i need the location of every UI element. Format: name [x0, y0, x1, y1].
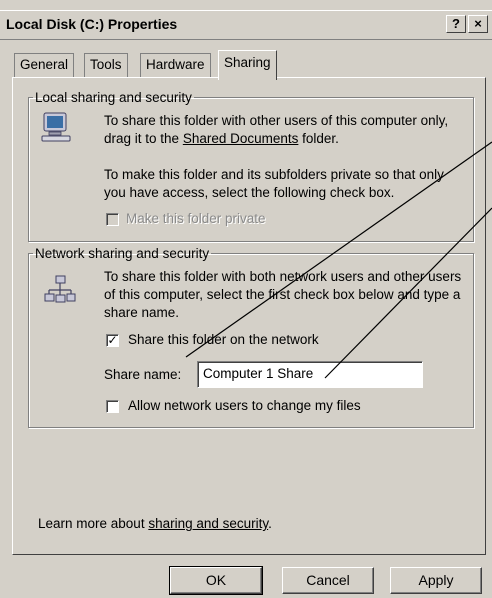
allow-change-checkbox[interactable]	[106, 400, 119, 413]
tab-sharing[interactable]: Sharing	[218, 50, 277, 80]
tab-general[interactable]: General	[14, 53, 75, 78]
ok-button[interactable]: OK	[169, 566, 263, 595]
shared-documents-link[interactable]: Shared Documents	[183, 131, 299, 146]
private-description: To make this folder and its subfolders p…	[104, 167, 444, 200]
computer-icon	[41, 112, 71, 142]
share-folder-checkbox[interactable]: ✓	[106, 334, 119, 347]
sharing-security-link[interactable]: sharing and security	[148, 516, 268, 531]
network-sharing-description: To share this folder with both network u…	[104, 269, 462, 320]
network-sharing-legend: Network sharing and security	[35, 246, 210, 261]
window-title: Local Disk (C:) Properties	[6, 16, 178, 32]
tab-strip: General Tools Hardware Sharing	[14, 50, 484, 80]
share-folder-checkbox-label: Share this folder on the network	[128, 332, 319, 347]
close-button[interactable]: ×	[468, 15, 488, 33]
cancel-button[interactable]: Cancel	[282, 567, 374, 594]
properties-dialog: Local Disk (C:) Properties ? × General T…	[0, 0, 492, 598]
help-button[interactable]: ?	[446, 15, 466, 33]
learn-more-text: Learn more about sharing and security.	[38, 516, 272, 531]
private-checkbox[interactable]	[106, 213, 119, 226]
tab-tools[interactable]: Tools	[84, 53, 128, 78]
local-sharing-legend: Local sharing and security	[35, 90, 192, 105]
allow-change-checkbox-label: Allow network users to change my files	[128, 398, 361, 413]
share-name-label: Share name:	[104, 367, 182, 382]
private-checkbox-label: Make this folder private	[126, 211, 266, 226]
network-icon	[44, 275, 76, 303]
share-name-input[interactable]: Computer 1 Share	[197, 361, 423, 388]
local-sharing-description: To share this folder with other users of…	[104, 113, 449, 146]
tab-hardware[interactable]: Hardware	[140, 53, 211, 78]
title-bar[interactable]: Local Disk (C:) Properties ? ×	[0, 10, 492, 40]
apply-button[interactable]: Apply	[390, 567, 482, 594]
